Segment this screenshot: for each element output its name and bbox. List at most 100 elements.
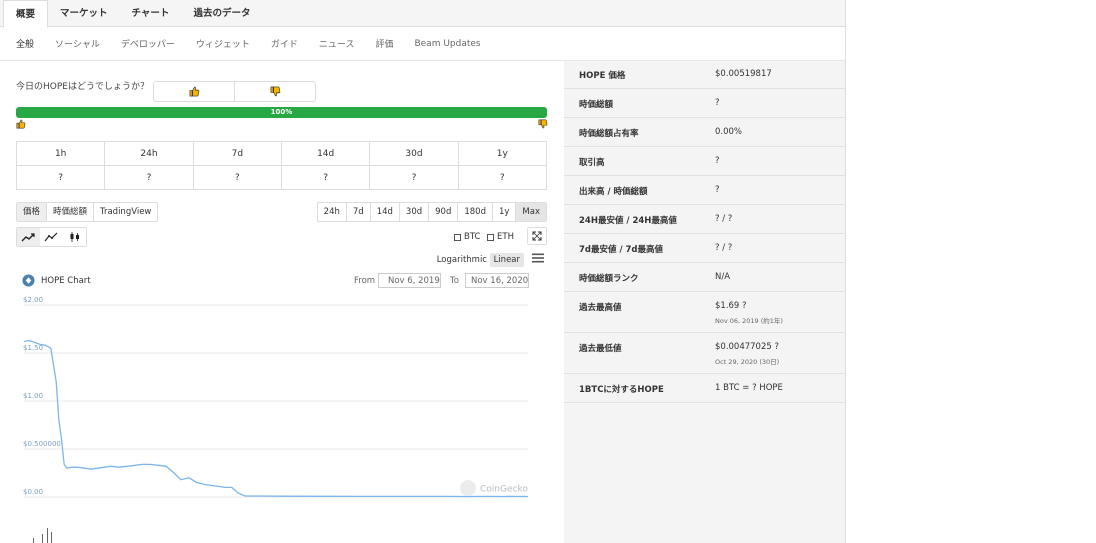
stat-label: 出来高 / 時価総額 — [579, 187, 648, 197]
coingecko-watermark: CoinGecko — [460, 480, 528, 496]
vote-box — [153, 81, 316, 102]
sentiment-question: 今日のHOPEはどうでしょうか？ — [16, 82, 149, 92]
trend-line-icon — [44, 232, 58, 242]
hamburger-menu-icon[interactable] — [532, 253, 544, 263]
stat-row-24h-low-high: 24H最安値 / 24H最高値 ? / ? — [564, 205, 845, 234]
stat-label: 取引高 — [579, 158, 605, 168]
watermark-text: CoinGecko — [480, 485, 528, 495]
from-label: From — [354, 276, 376, 286]
volume-bars — [33, 528, 52, 543]
tab-markets[interactable]: マーケット — [48, 0, 120, 27]
volume-bar — [51, 532, 52, 543]
chart-type-tradingview-button[interactable]: TradingView — [93, 203, 157, 221]
period-header-1h: 1h — [15, 141, 106, 166]
subtab-guide[interactable]: ガイド — [271, 37, 298, 50]
stat-value: $0.00477025 ? — [715, 342, 779, 352]
stat-label: HOPE 価格 — [579, 71, 626, 81]
stat-row-all-time-high: 過去最高値 $1.69 ? Nov 06, 2019 (約1年) — [564, 292, 845, 333]
sentiment-vote-row: 今日のHOPEはどうでしょうか？ — [16, 81, 548, 102]
range-90d-button[interactable]: 90d — [428, 203, 457, 221]
chart-style-row: BTC ETH — [16, 227, 547, 247]
range-7d-button[interactable]: 7d — [345, 203, 370, 221]
chart-type-group: 価格 時価総額 TradingView — [16, 202, 159, 222]
volume-bar — [33, 538, 34, 543]
range-button-group: 24h 7d 14d 30d 90d 180d 1y Max — [316, 202, 547, 222]
price-chart[interactable]: $0.00 $0.500000 $1.00 $1.50 $2.00 CoinGecko — [16, 295, 530, 543]
compare-eth-toggle[interactable]: ETH — [487, 232, 514, 242]
subtab-rating[interactable]: 評価 — [375, 37, 393, 50]
chart-title: HOPE Chart — [41, 276, 91, 286]
subtab-widget[interactable]: ウィジェット — [196, 37, 250, 50]
range-24h-button[interactable]: 24h — [318, 203, 346, 221]
subtab-news[interactable]: ニュース — [319, 37, 355, 50]
chart-type-marketcap-button[interactable]: 時価総額 — [46, 203, 93, 221]
sentiment-bar-icons — [16, 119, 548, 129]
y-tick-label: $1.00 — [23, 392, 43, 400]
coingecko-logo-icon — [460, 480, 476, 496]
logarithmic-scale-button[interactable]: Logarithmic — [437, 255, 487, 265]
thumbs-down-icon — [270, 86, 280, 97]
coin-logo-icon — [22, 274, 35, 287]
subtab-social[interactable]: ソーシャル — [55, 37, 100, 50]
coin-overview-panel: 概要 マーケット チャート 過去のデータ 全般 ソーシャル デベロッパー ウィジ… — [0, 0, 846, 543]
chart-controls-row: 価格 時価総額 TradingView 24h 7d 14d 30d 90d 1… — [16, 202, 547, 222]
subtab-developer[interactable]: デベロッパー — [121, 37, 175, 50]
y-tick-label: $0.500000 — [23, 440, 61, 448]
stat-value: ? — [715, 156, 720, 166]
range-1y-button[interactable]: 1y — [491, 203, 515, 221]
top-tab-bar: 概要 マーケット チャート 過去のデータ — [0, 0, 845, 28]
period-value-7d: ? — [192, 165, 282, 190]
period-header-30d: 30d — [369, 141, 459, 166]
compare-eth-label: ETH — [497, 232, 514, 242]
volume-bar — [47, 528, 48, 543]
compare-btc-toggle[interactable]: BTC — [454, 232, 480, 242]
stat-value: ? / ? — [715, 214, 733, 224]
stat-row-market-cap-rank: 時価総額ランク N/A — [564, 263, 845, 292]
line-chart-button[interactable] — [17, 228, 40, 246]
linear-scale-button[interactable]: Linear — [489, 253, 524, 267]
volume-bar — [42, 534, 43, 543]
stat-value: 0.00% — [715, 127, 743, 137]
tab-historical-data[interactable]: 過去のデータ — [181, 0, 262, 27]
ohlc-line-button[interactable] — [40, 228, 63, 246]
period-value-1h: ? — [15, 165, 106, 190]
vote-down-button[interactable] — [234, 82, 315, 101]
period-header-14d: 14d — [280, 141, 371, 166]
stat-value: ? — [715, 98, 720, 108]
tab-charts[interactable]: チャート — [120, 0, 182, 27]
stat-row-market-cap-dominance: 時価総額占有率 0.00% — [564, 118, 845, 147]
stat-value: $0.00519817 — [715, 69, 772, 79]
candlestick-button[interactable] — [63, 228, 86, 246]
subtab-beam-updates[interactable]: Beam Updates — [414, 39, 480, 49]
from-date-input[interactable] — [378, 273, 441, 288]
stat-row-7d-low-high: 7d最安値 / 7d最高値 ? / ? — [564, 234, 845, 263]
eth-checkbox[interactable] — [487, 233, 494, 241]
stat-value: $1.69 ? — [715, 301, 747, 311]
chart-style-group — [16, 227, 87, 247]
range-14d-button[interactable]: 14d — [369, 203, 399, 221]
stat-row-market-cap: 時価総額? — [564, 89, 845, 118]
period-value-1y: ? — [457, 165, 548, 190]
thumbs-up-icon — [189, 86, 199, 97]
tab-overview[interactable]: 概要 — [3, 0, 49, 28]
table-row: ? ? ? ? ? ? — [15, 165, 548, 190]
stat-row-trading-volume: 取引高? — [564, 147, 845, 176]
stat-value: ? — [715, 185, 720, 195]
range-30d-button[interactable]: 30d — [398, 203, 428, 221]
btc-checkbox[interactable] — [454, 233, 461, 241]
stat-label: 時価総額ランク — [579, 274, 639, 284]
scale-toggle-row: Logarithmic Linear — [16, 252, 544, 268]
fullscreen-button[interactable] — [527, 227, 547, 245]
to-date-input[interactable] — [465, 273, 529, 288]
chart-type-price-button[interactable]: 価格 — [17, 203, 47, 221]
period-header-1y: 1y — [457, 141, 548, 166]
subtab-general[interactable]: 全般 — [16, 37, 34, 50]
stat-row-price: HOPE 価格 $0.00519817 — [564, 61, 845, 89]
range-max-button[interactable]: Max — [515, 203, 546, 221]
vote-up-button[interactable] — [154, 82, 234, 101]
period-value-14d: ? — [280, 165, 371, 190]
period-header-24h: 24h — [104, 141, 194, 166]
stat-label: 過去最高値 — [579, 303, 622, 313]
range-180d-button[interactable]: 180d — [457, 203, 492, 221]
sentiment-progress-bar: 100% — [16, 107, 547, 118]
